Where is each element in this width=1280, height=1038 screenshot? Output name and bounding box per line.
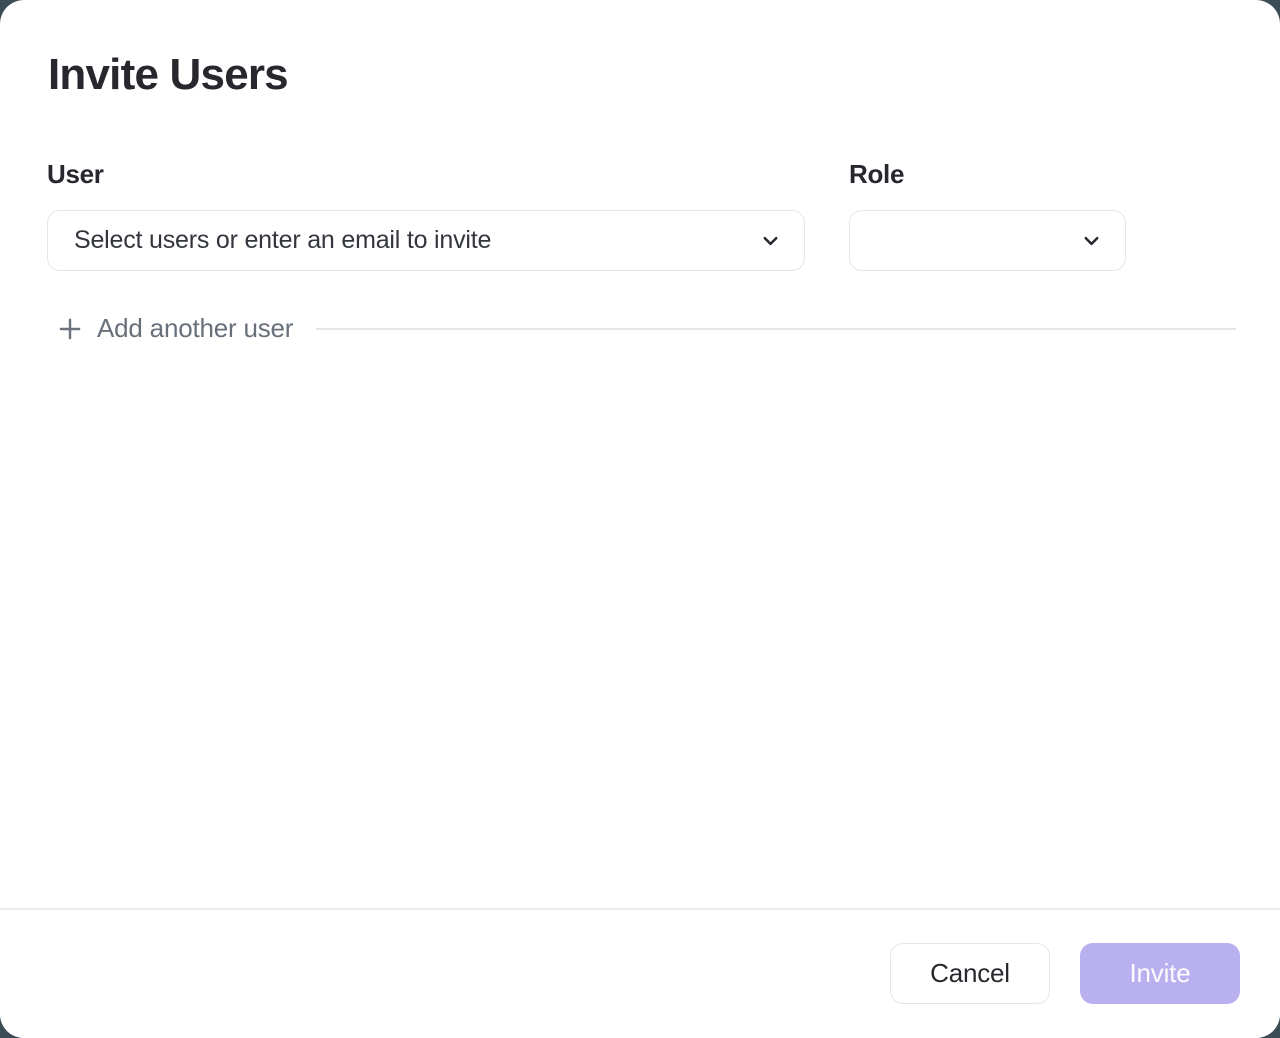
chevron-down-icon bbox=[1080, 229, 1103, 252]
cancel-button[interactable]: Cancel bbox=[890, 943, 1050, 1004]
invite-users-dialog: Invite Users User Select users or enter … bbox=[0, 0, 1280, 1038]
dialog-content: Invite Users User Select users or enter … bbox=[0, 0, 1280, 344]
invite-form-row: User Select users or enter an email to i… bbox=[47, 160, 1236, 271]
user-field: User Select users or enter an email to i… bbox=[47, 160, 805, 271]
role-select[interactable] bbox=[849, 210, 1126, 271]
invite-button[interactable]: Invite bbox=[1080, 943, 1240, 1004]
dialog-title: Invite Users bbox=[47, 50, 1236, 100]
add-another-user-row: Add another user bbox=[47, 313, 1236, 344]
user-field-label: User bbox=[47, 160, 805, 188]
add-another-user-label: Add another user bbox=[97, 313, 293, 344]
divider-line bbox=[316, 328, 1236, 330]
add-another-user-button[interactable]: Add another user bbox=[47, 313, 293, 344]
user-select-placeholder: Select users or enter an email to invite bbox=[74, 226, 491, 255]
chevron-down-icon bbox=[759, 229, 782, 252]
plus-icon bbox=[56, 315, 84, 343]
user-select[interactable]: Select users or enter an email to invite bbox=[47, 210, 805, 271]
dialog-footer: Cancel Invite bbox=[0, 908, 1280, 1038]
role-field-label: Role bbox=[849, 160, 1126, 188]
role-field: Role bbox=[849, 160, 1126, 271]
